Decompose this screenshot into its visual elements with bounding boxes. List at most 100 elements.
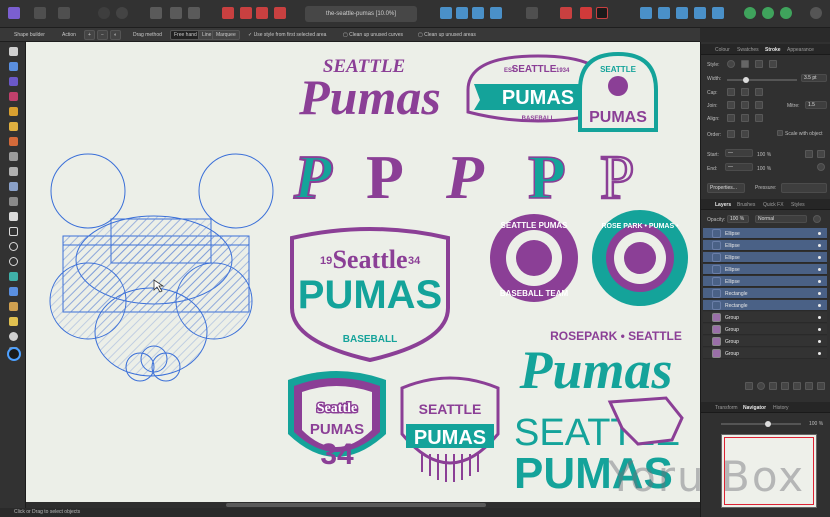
layer-adjust-icon[interactable] [769,382,777,390]
grid-icon[interactable] [170,7,182,19]
zoom-slider[interactable] [721,421,801,427]
assistant-icon[interactable] [744,7,756,19]
flip-horizontal-icon[interactable] [490,7,502,19]
node-tool-icon[interactable] [9,62,18,71]
snap-icon[interactable] [188,7,200,19]
layer-visibility-icon[interactable] [818,316,821,319]
option-use-style-checkbox[interactable]: ✓ Use style from first selected area [248,32,326,38]
logo-badge-stripes[interactable]: SEATTLE PUMAS [400,376,500,482]
align-center-icon[interactable] [456,7,468,19]
colour-wells-icon[interactable] [7,347,21,361]
tab-swatches[interactable]: Swatches [737,47,759,53]
layer-mask-icon[interactable] [757,382,765,390]
layer-row[interactable]: Group [703,312,827,323]
tab-appearance[interactable]: Appearance [787,47,814,53]
geometry-divide-icon[interactable] [658,7,670,19]
rectangle-tool-icon[interactable] [9,227,18,236]
style-dash-button[interactable] [755,60,763,68]
order-behind-button[interactable] [727,130,735,138]
persona-vector-icon[interactable] [34,7,46,19]
shape-builder-construction[interactable] [49,153,274,382]
logo-circle-baseball-team[interactable]: SEATTLE PUMAS BASEBALL TEAM [490,214,578,302]
align-outside-button[interactable] [755,114,763,122]
style-solid-button[interactable] [741,60,749,68]
layer-visibility-icon[interactable] [818,352,821,355]
layer-row[interactable]: Ellipse [703,276,827,287]
layer-visibility-icon[interactable] [818,304,821,307]
settings-gear-icon[interactable] [116,7,128,19]
shape-builder-icon[interactable] [9,272,18,281]
width-value-field[interactable]: 3.5 pt [801,74,827,82]
arrange-forward-icon[interactable] [240,7,252,19]
arrow-swap-icon[interactable] [805,150,813,158]
pencil-tool-icon[interactable] [9,122,18,131]
join-round-button[interactable] [741,101,749,109]
option-cleanup-areas-checkbox[interactable]: ▢ Clean up unused areas [418,32,476,38]
logo-seattle-pumas-script[interactable]: SEATTLE Pumas [298,56,441,125]
crop-tool-icon[interactable] [9,212,18,221]
join-miter-button[interactable] [727,101,735,109]
align-right-icon[interactable] [472,7,484,19]
gradient-tool-icon[interactable] [9,317,18,326]
text-tool-icon[interactable] [9,287,18,296]
scrollbar-thumb[interactable] [226,503,486,507]
arrow-flip-icon[interactable] [817,150,825,158]
layer-row[interactable]: Ellipse [703,252,827,263]
cap-round-button[interactable] [741,88,749,96]
tab-navigator[interactable]: Navigator [743,405,766,411]
pixel-brush-icon[interactable] [9,152,18,161]
blend-mode-button[interactable]: ◐ [110,30,122,40]
p-letter-variations[interactable]: P P P P P [292,143,636,214]
layer-visibility-icon[interactable] [818,268,821,271]
mitre-value-field[interactable]: 1.5 [805,101,827,109]
layer-row[interactable]: Group [703,348,827,359]
blend-mode-select[interactable]: Normal [755,215,807,223]
layer-folder-icon[interactable] [793,382,801,390]
logo-badge-34[interactable]: Seattle PUMAS 34 [288,371,386,471]
layer-visibility-icon[interactable] [818,232,821,235]
bool-intersect-icon[interactable] [596,7,608,19]
app-logo-icon[interactable] [8,7,20,19]
order-front-button[interactable] [741,130,749,138]
marquee-button[interactable]: Marquee [212,30,240,40]
start-arrow-select[interactable]: — [725,149,753,157]
style-texture-button[interactable] [769,60,777,68]
align-left-icon[interactable] [440,7,452,19]
layer-row[interactable]: Rectangle [703,300,827,311]
persona-export-icon[interactable] [98,7,110,19]
arrow-link-icon[interactable] [817,163,825,171]
cap-square-button[interactable] [755,88,763,96]
layer-visibility-icon[interactable] [818,256,821,259]
persona-pixel-icon[interactable] [58,7,70,19]
zoom-tool-icon[interactable] [9,332,18,341]
rotate-icon[interactable] [526,7,538,19]
zoom-slider-knob[interactable] [765,421,771,427]
scale-with-object-checkbox[interactable] [777,130,783,136]
polygon-tool-icon[interactable] [9,257,18,266]
pen-tool-icon[interactable] [9,107,18,116]
width-slider[interactable] [727,77,797,83]
eyedropper-tool-icon[interactable] [9,302,18,311]
add-mode-button[interactable]: + [84,30,95,40]
layer-row[interactable]: Ellipse [703,240,827,251]
logo-puma-arch[interactable]: SEATTLE PUMAS [578,51,658,132]
zoom-value[interactable]: 100 % [809,421,823,427]
align-inside-button[interactable] [741,114,749,122]
layer-delete-icon[interactable] [817,382,825,390]
layer-visibility-icon[interactable] [818,340,821,343]
geometry-merge-icon[interactable] [712,7,724,19]
end-arrow-select[interactable]: — [725,163,753,171]
tab-styles[interactable]: Styles [791,202,805,208]
width-slider-knob[interactable] [743,77,749,83]
end-pct[interactable]: 100 % [757,166,771,172]
view-mode-icon[interactable] [150,7,162,19]
ellipse-tool-icon[interactable] [9,242,18,251]
start-pct[interactable]: 100 % [757,152,771,158]
tab-colour[interactable]: Colour [715,47,730,53]
layer-row[interactable]: Group [703,324,827,335]
contour-tool-icon[interactable] [9,77,18,86]
join-bevel-button[interactable] [755,101,763,109]
logo-seattle-pumas-shield[interactable]: 19 Seattle 34 PUMAS BASEBALL [290,227,450,363]
align-center-button[interactable] [727,114,735,122]
style-none-button[interactable] [727,60,735,68]
